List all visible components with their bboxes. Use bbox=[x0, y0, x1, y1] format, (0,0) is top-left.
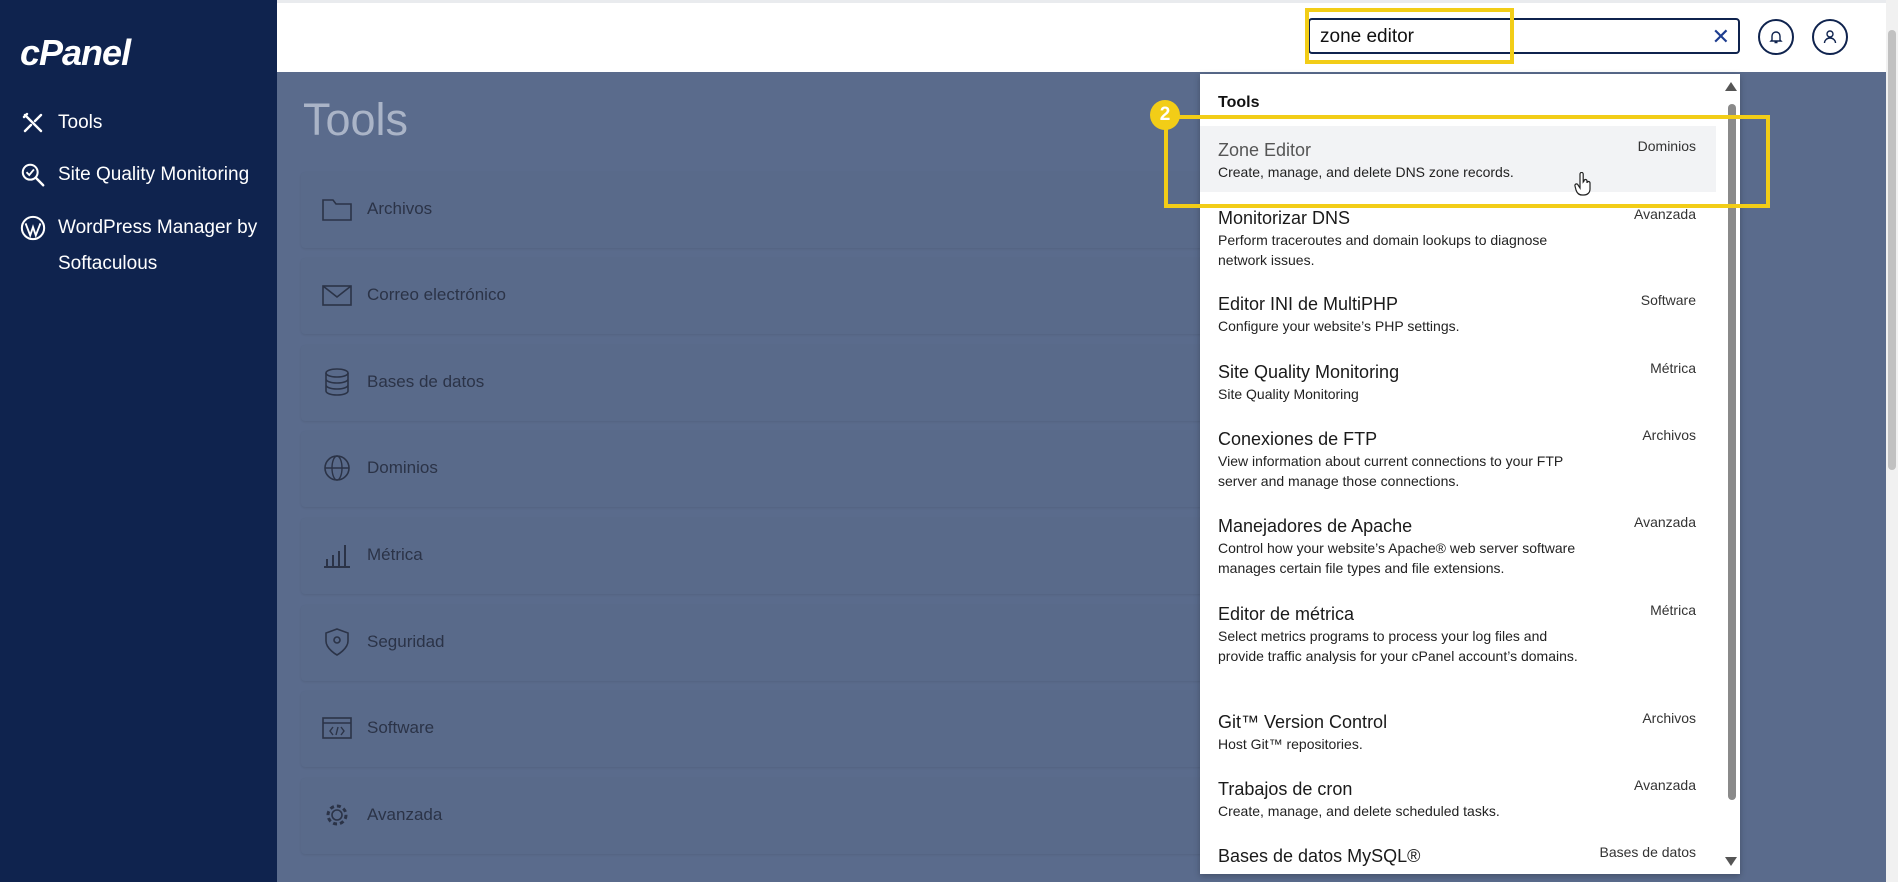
section-label: Correo electrónico bbox=[367, 285, 506, 304]
result-category: Archivos bbox=[1642, 710, 1696, 726]
shield-icon bbox=[321, 627, 353, 657]
code-window-icon bbox=[321, 713, 353, 743]
sidebar: cPanel Tools Site Quality Monitoring Wor… bbox=[0, 0, 277, 882]
result-category: Avanzada bbox=[1633, 514, 1696, 530]
dropdown-scroll-thumb[interactable] bbox=[1728, 104, 1736, 800]
result-editor-metrica[interactable]: Editor de métrica Select metrics program… bbox=[1200, 602, 1716, 666]
result-desc: Control how your website’s Apache® web s… bbox=[1218, 540, 1576, 576]
result-trabajos-cron[interactable]: Trabajos de cron Create, manage, and del… bbox=[1200, 777, 1716, 821]
result-site-quality-monitoring[interactable]: Site Quality Monitoring Site Quality Mon… bbox=[1200, 360, 1716, 404]
scroll-up-icon[interactable] bbox=[1725, 82, 1737, 91]
result-title: Conexiones de FTP bbox=[1218, 429, 1378, 449]
sidebar-item-label: Site Quality Monitoring bbox=[58, 164, 250, 185]
result-bases-datos-mysql[interactable]: Bases de datos MySQL® Bases de datos bbox=[1200, 844, 1716, 868]
section-label: Métrica bbox=[367, 545, 423, 564]
result-desc: Site Quality Monitoring bbox=[1218, 386, 1359, 402]
wordpress-icon bbox=[20, 210, 46, 246]
result-highlight-box bbox=[1164, 115, 1770, 208]
result-title: Git™ Version Control bbox=[1218, 712, 1388, 732]
section-label: Bases de datos bbox=[367, 372, 485, 391]
sidebar-item-wordpress-manager[interactable]: WordPress Manager by Softaculous bbox=[20, 210, 260, 282]
result-category: Métrica bbox=[1650, 360, 1696, 376]
bar-chart-icon bbox=[321, 540, 353, 570]
step-badge: 2 bbox=[1150, 100, 1180, 130]
notifications-button[interactable] bbox=[1758, 19, 1794, 55]
hand-cursor-icon bbox=[1574, 171, 1592, 201]
section-label: Archivos bbox=[367, 199, 433, 218]
result-desc: View information about current connectio… bbox=[1218, 453, 1563, 489]
result-title: Manejadores de Apache bbox=[1218, 516, 1413, 536]
sidebar-item-tools[interactable]: Tools bbox=[20, 105, 102, 141]
globe-icon bbox=[321, 453, 353, 483]
result-desc: Create, manage, and delete scheduled tas… bbox=[1218, 803, 1500, 819]
scroll-down-icon[interactable] bbox=[1725, 857, 1737, 866]
result-editor-ini-multiphp[interactable]: Editor INI de MultiPHP Configure your we… bbox=[1200, 292, 1716, 336]
result-desc: Configure your website’s PHP settings. bbox=[1218, 318, 1460, 334]
result-category: Software bbox=[1640, 292, 1696, 308]
dropdown-heading: Tools bbox=[1218, 94, 1260, 111]
result-category: Avanzada bbox=[1633, 206, 1696, 222]
result-monitorizar-dns[interactable]: Monitorizar DNS Perform traceroutes and … bbox=[1200, 206, 1716, 270]
result-title: Editor de métrica bbox=[1218, 604, 1355, 624]
clear-icon[interactable]: ✕ bbox=[1712, 24, 1730, 50]
result-title: Site Quality Monitoring bbox=[1218, 362, 1400, 382]
cpanel-logo[interactable]: cPanel bbox=[20, 32, 131, 74]
result-category: Métrica bbox=[1650, 602, 1696, 618]
gear-icon bbox=[321, 800, 353, 830]
result-category: Avanzada bbox=[1633, 777, 1696, 793]
database-icon bbox=[321, 367, 353, 397]
tools-icon bbox=[20, 105, 46, 141]
sidebar-item-label: Tools bbox=[58, 112, 103, 133]
result-git-version-control[interactable]: Git™ Version Control Host Git™ repositor… bbox=[1200, 710, 1716, 754]
page-scrollbar[interactable] bbox=[1886, 0, 1898, 882]
result-desc: Host Git™ repositories. bbox=[1218, 736, 1363, 752]
page-scroll-thumb[interactable] bbox=[1888, 30, 1896, 470]
result-category: Archivos bbox=[1642, 427, 1696, 443]
sidebar-item-site-quality-monitoring[interactable]: Site Quality Monitoring bbox=[20, 157, 249, 193]
magnifier-check-icon bbox=[20, 157, 46, 193]
result-category: Bases de datos bbox=[1599, 844, 1696, 860]
section-label: Avanzada bbox=[367, 805, 443, 824]
bell-icon bbox=[1769, 31, 1783, 44]
section-label: Software bbox=[367, 718, 435, 737]
section-label: Dominios bbox=[367, 458, 438, 477]
result-title: Trabajos de cron bbox=[1218, 779, 1353, 799]
result-conexiones-ftp[interactable]: Conexiones de FTP View information about… bbox=[1200, 427, 1716, 491]
section-label: Seguridad bbox=[367, 632, 445, 651]
search-highlight-box bbox=[1305, 8, 1514, 64]
sidebar-item-label: WordPress Manager by Softaculous bbox=[58, 217, 258, 274]
result-title: Monitorizar DNS bbox=[1218, 208, 1351, 228]
folder-icon bbox=[321, 194, 353, 224]
user-icon bbox=[1823, 30, 1837, 44]
result-manejadores-apache[interactable]: Manejadores de Apache Control how your w… bbox=[1200, 514, 1716, 578]
page-title: Tools bbox=[303, 94, 409, 145]
result-title: Editor INI de MultiPHP bbox=[1218, 294, 1399, 314]
result-desc: Perform traceroutes and domain lookups t… bbox=[1218, 232, 1548, 268]
envelope-icon bbox=[321, 280, 353, 310]
result-desc: Select metrics programs to process your … bbox=[1218, 628, 1578, 664]
user-menu-button[interactable] bbox=[1812, 19, 1848, 55]
